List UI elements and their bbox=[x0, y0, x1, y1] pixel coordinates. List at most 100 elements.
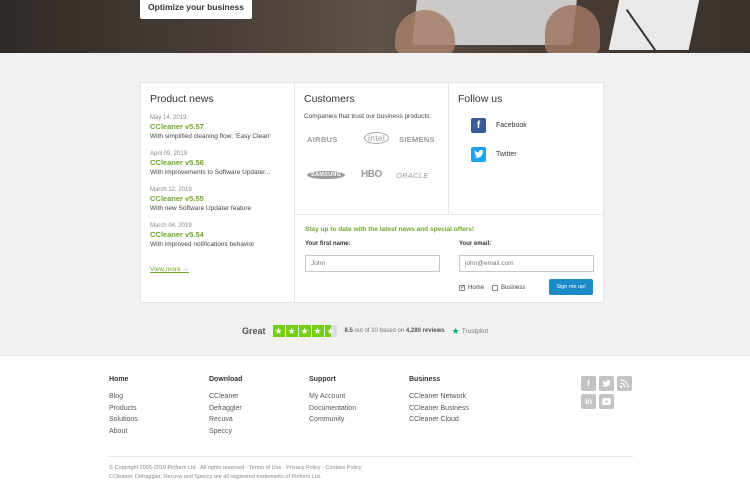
checkbox-checked-icon: ✓ bbox=[459, 285, 466, 291]
product-news-heading: Product news bbox=[150, 93, 214, 105]
email-input[interactable] bbox=[459, 255, 594, 272]
hero-banner: Optimize your business bbox=[0, 0, 750, 53]
facebook-label: Facebook bbox=[496, 121, 527, 129]
trustpilot-reviews: 4,280 reviews bbox=[405, 328, 445, 334]
youtube-icon[interactable] bbox=[599, 394, 614, 409]
trustpilot-summary: 8.5 out of 10 based on 4,280 reviews bbox=[345, 328, 445, 334]
intel-logo: intel bbox=[364, 132, 390, 144]
twitter-link[interactable]: Twitter bbox=[471, 143, 595, 165]
customers-heading: Customers bbox=[304, 93, 355, 105]
trustpilot-rating-word: Great bbox=[242, 326, 266, 336]
footer-link[interactable]: CCleaner Network bbox=[409, 391, 469, 403]
news-date: April 09, 2019 bbox=[150, 151, 188, 157]
footer-column-support: Support My Account Documentation Communi… bbox=[309, 376, 356, 426]
footer-link[interactable]: Products bbox=[109, 403, 138, 415]
twitter-icon bbox=[471, 146, 486, 162]
trustpilot-star-icon: ★ bbox=[451, 325, 460, 336]
footer-heading[interactable]: Download bbox=[209, 376, 242, 383]
product-news-section: Product news May 14, 2019 CCleaner v5.57… bbox=[141, 83, 295, 302]
optimize-business-button[interactable]: Optimize your business bbox=[140, 0, 252, 19]
star-icon: ★ bbox=[298, 325, 311, 337]
footer-copyright: © Copyright 2005-2019 Piriform Ltd - All… bbox=[109, 464, 361, 481]
facebook-icon[interactable]: f bbox=[581, 376, 596, 391]
footer-link[interactable]: Solutions bbox=[109, 414, 138, 426]
newsletter-signup: Stay up to date with the latest news and… bbox=[295, 214, 604, 302]
footer-link[interactable]: Documentation bbox=[309, 403, 356, 415]
home-checkbox-label: Home bbox=[468, 285, 485, 291]
footer-link[interactable]: About bbox=[109, 426, 138, 438]
news-item: March 04, 2019 CCleaner v5.54 With impro… bbox=[150, 222, 285, 249]
footer-column-download: Download CCleaner Defraggler Recuva Spec… bbox=[209, 376, 242, 437]
footer-link[interactable]: CCleaner Cloud bbox=[409, 414, 469, 426]
news-date: March 04, 2019 bbox=[150, 223, 192, 229]
trademark-line: CCleaner, Defraggler, Recuva and Speccy … bbox=[109, 473, 322, 480]
footer-link[interactable]: Defraggler bbox=[209, 403, 242, 415]
siemens-logo: SIEMENS bbox=[399, 135, 435, 144]
info-panel: Product news May 14, 2019 CCleaner v5.57… bbox=[140, 82, 604, 303]
sign-up-button[interactable]: Sign me up! bbox=[549, 279, 593, 295]
oracle-logo: ORACLE bbox=[396, 171, 429, 180]
customer-logos: AIRBUS intel SIEMENS SAMSUNG HBO ORACLE bbox=[304, 132, 439, 195]
footer-divider bbox=[109, 456, 633, 457]
business-checkbox-label: Business bbox=[501, 285, 526, 291]
site-footer: Home Blog Products Solutions About Downl… bbox=[0, 355, 750, 500]
footer-column-business: Business CCleaner Network CCleaner Busin… bbox=[409, 376, 469, 426]
star-icon: ★ bbox=[285, 325, 298, 337]
customers-description: Companies that trust our business produc… bbox=[304, 113, 432, 120]
footer-link[interactable]: CCleaner Business bbox=[409, 403, 469, 415]
footer-link[interactable]: Blog bbox=[109, 391, 138, 403]
news-date: March 12, 2019 bbox=[150, 187, 192, 193]
footer-link[interactable]: Recuva bbox=[209, 414, 242, 426]
trustpilot-widget[interactable]: Great ★ ★ ★ ★ ★ 8.5 out of 10 based on 4… bbox=[242, 324, 488, 338]
business-checkbox[interactable]: Business bbox=[492, 285, 525, 291]
twitter-label: Twitter bbox=[496, 150, 517, 158]
facebook-link[interactable]: f Facebook bbox=[471, 114, 595, 136]
hbo-logo: HBO bbox=[361, 169, 382, 180]
trustpilot-logo: ★ Trustpilot bbox=[452, 326, 489, 337]
news-title-link[interactable]: CCleaner v5.56 bbox=[150, 158, 285, 168]
footer-link[interactable]: My Account bbox=[309, 391, 356, 403]
follow-us-heading: Follow us bbox=[458, 93, 503, 105]
star-icon: ★ bbox=[272, 325, 285, 337]
news-item: May 14, 2019 CCleaner v5.57 With simplif… bbox=[150, 114, 285, 141]
airbus-logo: AIRBUS bbox=[307, 135, 338, 144]
footer-link[interactable]: Community bbox=[309, 414, 356, 426]
first-name-input[interactable] bbox=[305, 255, 440, 272]
news-title-link[interactable]: CCleaner v5.54 bbox=[150, 230, 285, 240]
hero-paper-image bbox=[608, 0, 702, 50]
trustpilot-text: out of 10 based on bbox=[352, 328, 406, 334]
footer-column-home: Home Blog Products Solutions About bbox=[109, 376, 138, 437]
samsung-logo: SAMSUNG bbox=[307, 171, 346, 179]
star-half-icon: ★ bbox=[324, 325, 337, 337]
star-icon: ★ bbox=[311, 325, 324, 337]
trustpilot-score: 8.5 bbox=[344, 328, 353, 334]
news-item: March 12, 2019 CCleaner v5.55 With new S… bbox=[150, 186, 285, 213]
news-description: With improvements to Software Updater... bbox=[150, 169, 271, 176]
trustpilot-stars: ★ ★ ★ ★ ★ bbox=[272, 325, 338, 337]
email-label: Your email: bbox=[459, 241, 492, 247]
news-description: With improved notifications behavior bbox=[150, 241, 255, 248]
signup-title: Stay up to date with the latest news and… bbox=[305, 226, 475, 233]
follow-us-section: Follow us f Facebook Twitter bbox=[449, 83, 604, 214]
news-description: With simplified cleaning flow: 'Easy Cle… bbox=[150, 133, 271, 140]
footer-heading[interactable]: Home bbox=[109, 376, 138, 383]
home-checkbox[interactable]: ✓ Home bbox=[459, 285, 484, 291]
twitter-icon[interactable] bbox=[599, 376, 614, 391]
trustpilot-brand: Trustpilot bbox=[461, 327, 489, 335]
customers-section: Customers Companies that trust our busin… bbox=[295, 83, 449, 214]
footer-heading[interactable]: Business bbox=[409, 376, 469, 383]
news-date: May 14, 2019 bbox=[150, 115, 187, 121]
news-description: With new Software Updater feature bbox=[150, 205, 252, 212]
news-title-link[interactable]: CCleaner v5.55 bbox=[150, 194, 285, 204]
footer-link[interactable]: Speccy bbox=[209, 426, 242, 438]
news-item: April 09, 2019 CCleaner v5.56 With impro… bbox=[150, 150, 285, 177]
checkbox-unchecked-icon bbox=[492, 285, 498, 291]
copyright-line: © Copyright 2005-2019 Piriform Ltd - All… bbox=[109, 465, 362, 471]
news-title-link[interactable]: CCleaner v5.57 bbox=[150, 122, 285, 132]
first-name-label: Your first name: bbox=[305, 241, 351, 247]
footer-link[interactable]: CCleaner bbox=[209, 391, 242, 403]
view-more-link[interactable]: View more → bbox=[150, 266, 189, 273]
footer-heading[interactable]: Support bbox=[309, 376, 356, 383]
rss-icon[interactable] bbox=[617, 376, 632, 391]
linkedin-icon[interactable]: in bbox=[581, 394, 596, 409]
